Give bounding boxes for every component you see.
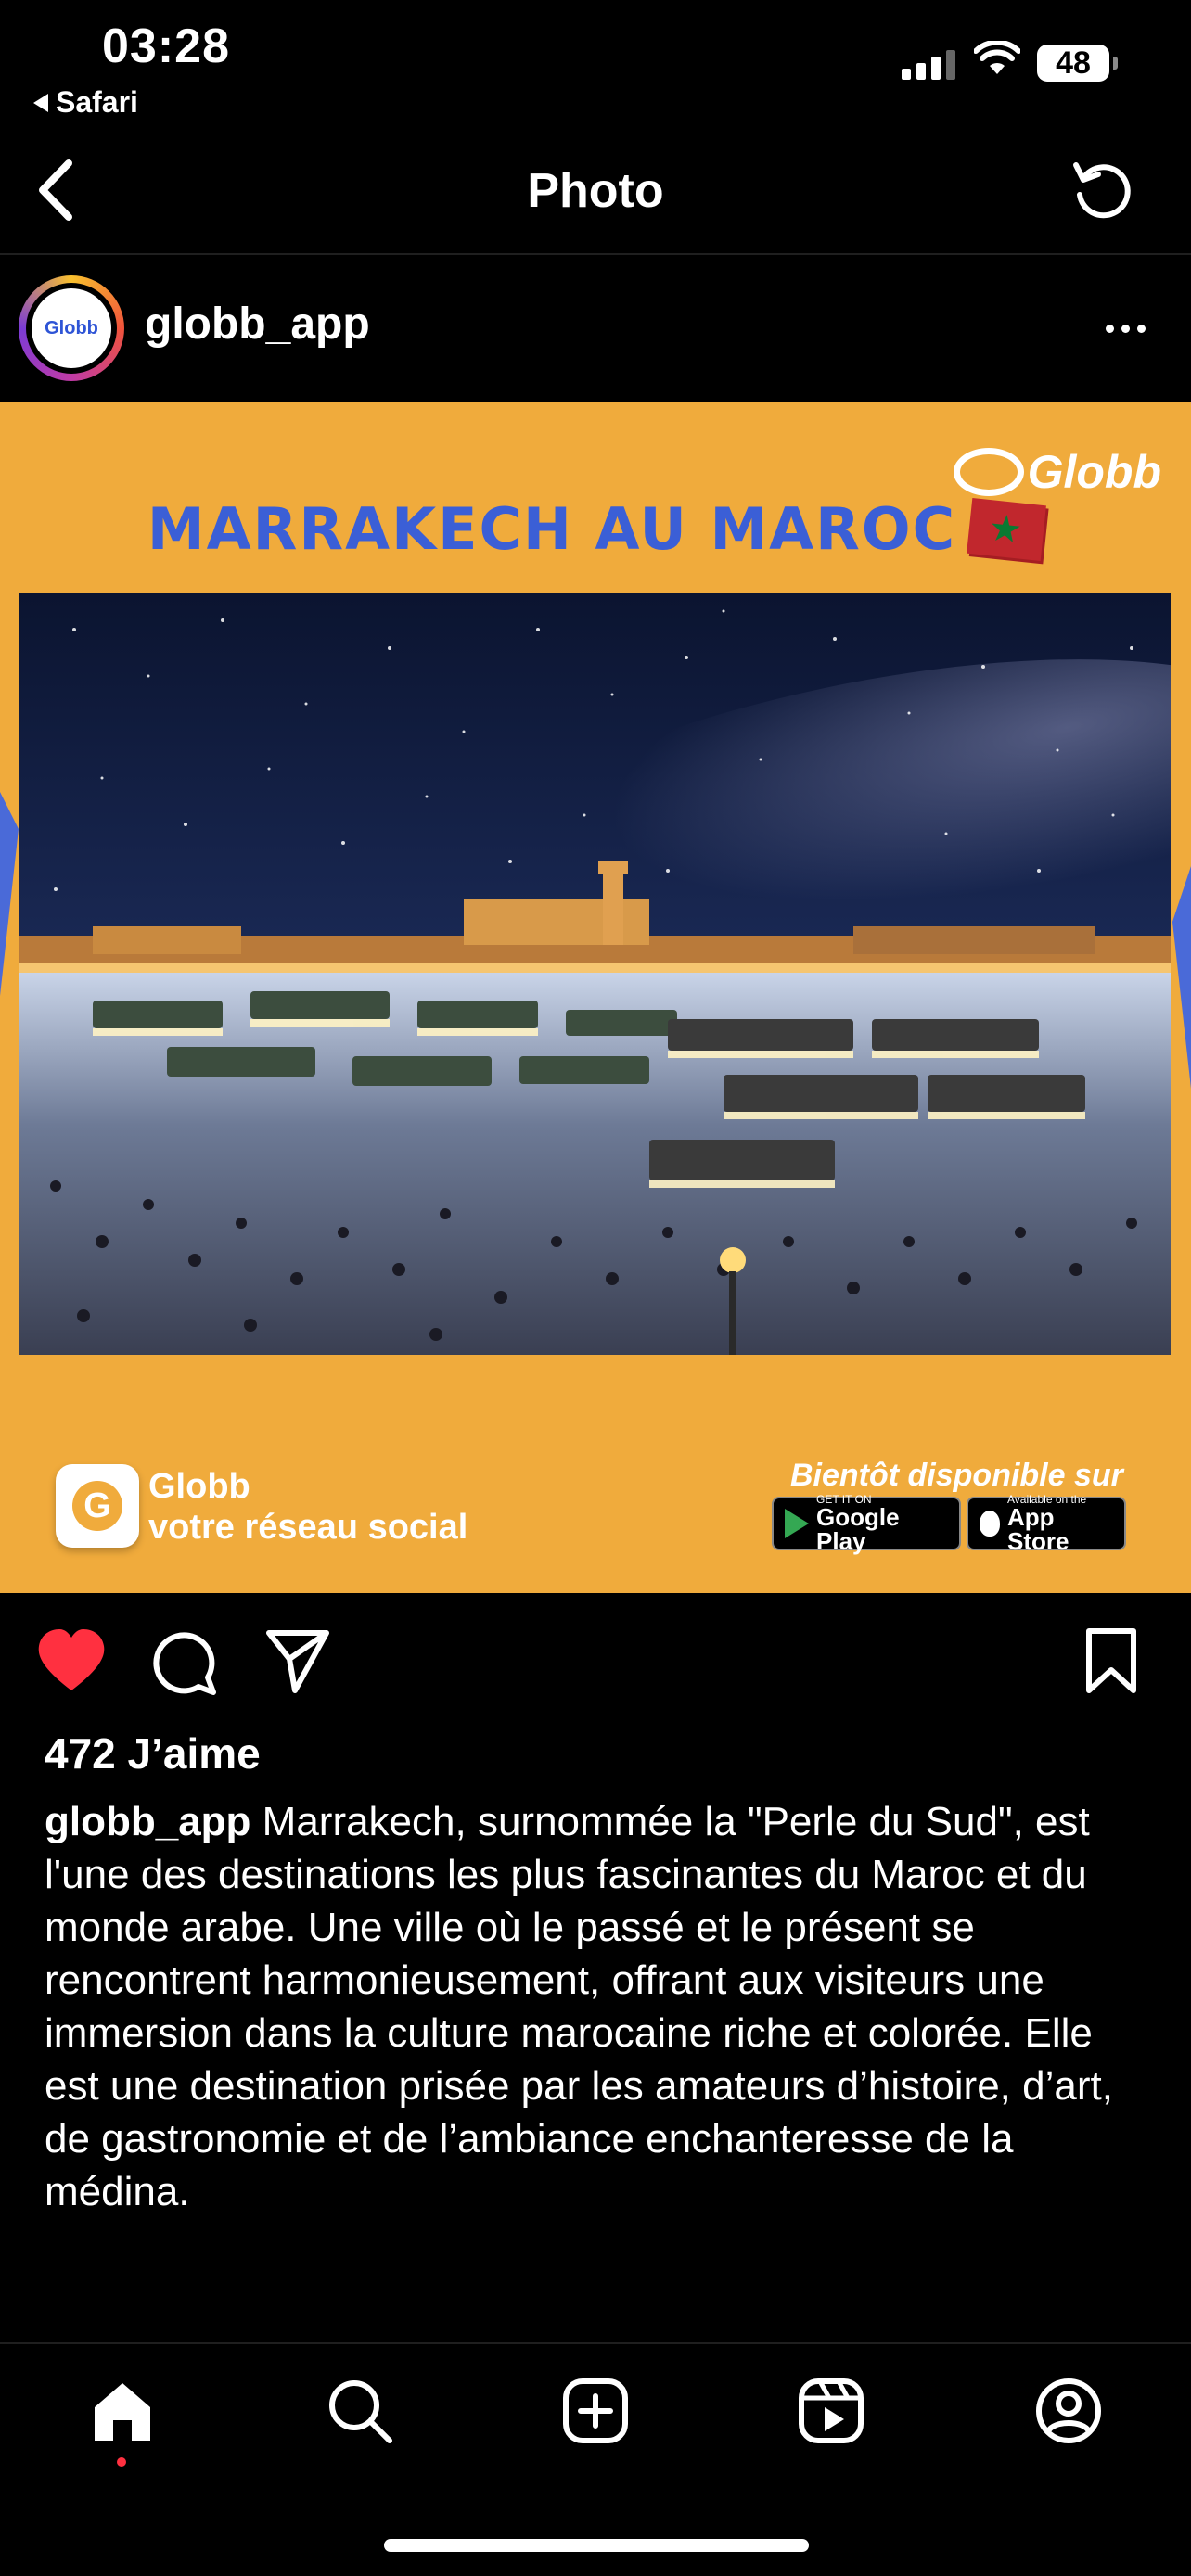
availability-text: Bientôt disponible sur xyxy=(790,1458,1123,1493)
search-icon[interactable] xyxy=(327,2378,393,2444)
tabbar-divider xyxy=(0,2342,1191,2344)
app-name: Globb xyxy=(148,1467,250,1506)
comment-icon[interactable] xyxy=(150,1627,219,1696)
decor-triangle-left xyxy=(0,792,19,996)
google-play-icon xyxy=(785,1509,809,1538)
avatar-label: Globb xyxy=(45,317,98,338)
app-tagline: votre réseau social xyxy=(148,1508,468,1547)
caption-username[interactable]: globb_app xyxy=(45,1799,250,1844)
back-to-app[interactable]: Safari xyxy=(33,85,138,120)
refresh-icon[interactable] xyxy=(1069,158,1135,224)
back-triangle-icon xyxy=(33,93,48,112)
home-indicator xyxy=(384,2539,809,2552)
brand-logo: Globb xyxy=(953,445,1161,499)
google-play-big: Google Play xyxy=(816,1503,900,1555)
brand-ring-icon xyxy=(953,448,1024,496)
more-icon[interactable] xyxy=(1106,325,1146,333)
post-username[interactable]: globb_app xyxy=(145,299,370,350)
post-image[interactable]: Globb MARRAKECH AU MAROC ★ G Globb votre… xyxy=(0,402,1191,1593)
post-caption: globb_app Marrakech, surnommée la "Perle… xyxy=(45,1795,1158,2218)
brand-name: Globb xyxy=(1027,446,1161,498)
status-time: 03:28 xyxy=(102,19,230,73)
marrakech-night-photo xyxy=(19,593,1171,1355)
caption-text: Marrakech, surnommée la "Perle du Sud", … xyxy=(45,1799,1113,2214)
add-icon[interactable] xyxy=(562,2378,629,2444)
globb-app-icon: G xyxy=(56,1464,139,1548)
app-store-big: App Store xyxy=(1007,1503,1069,1555)
app-store-badge: Available on the App Store xyxy=(967,1494,1126,1555)
heart-icon[interactable] xyxy=(35,1627,108,1694)
profile-icon[interactable] xyxy=(1035,2378,1102,2444)
share-icon[interactable] xyxy=(263,1627,332,1696)
avatar[interactable]: Globb xyxy=(32,288,111,368)
morocco-flag-icon: ★ xyxy=(967,497,1046,561)
headline-text: MARRAKECH AU MAROC xyxy=(147,495,957,563)
home-notification-dot xyxy=(117,2457,126,2467)
page-title: Photo xyxy=(527,164,664,218)
globb-g-icon: G xyxy=(72,1481,122,1531)
wifi-icon xyxy=(974,41,1020,74)
likes-count[interactable]: 472 J’aime xyxy=(45,1728,261,1779)
bookmark-icon[interactable] xyxy=(1083,1627,1139,1696)
back-app-label: Safari xyxy=(56,85,138,119)
battery-indicator: 48 xyxy=(1037,45,1118,82)
google-play-badge: GET IT ON Google Play xyxy=(772,1494,961,1555)
reels-icon[interactable] xyxy=(798,2378,864,2444)
decor-triangle-right xyxy=(1172,866,1191,1089)
apple-icon xyxy=(980,1511,1001,1537)
header-divider xyxy=(0,253,1191,255)
cellular-signal-icon xyxy=(902,50,955,80)
image-headline: MARRAKECH AU MAROC ★ xyxy=(0,495,1191,563)
home-icon[interactable] xyxy=(89,2378,156,2444)
